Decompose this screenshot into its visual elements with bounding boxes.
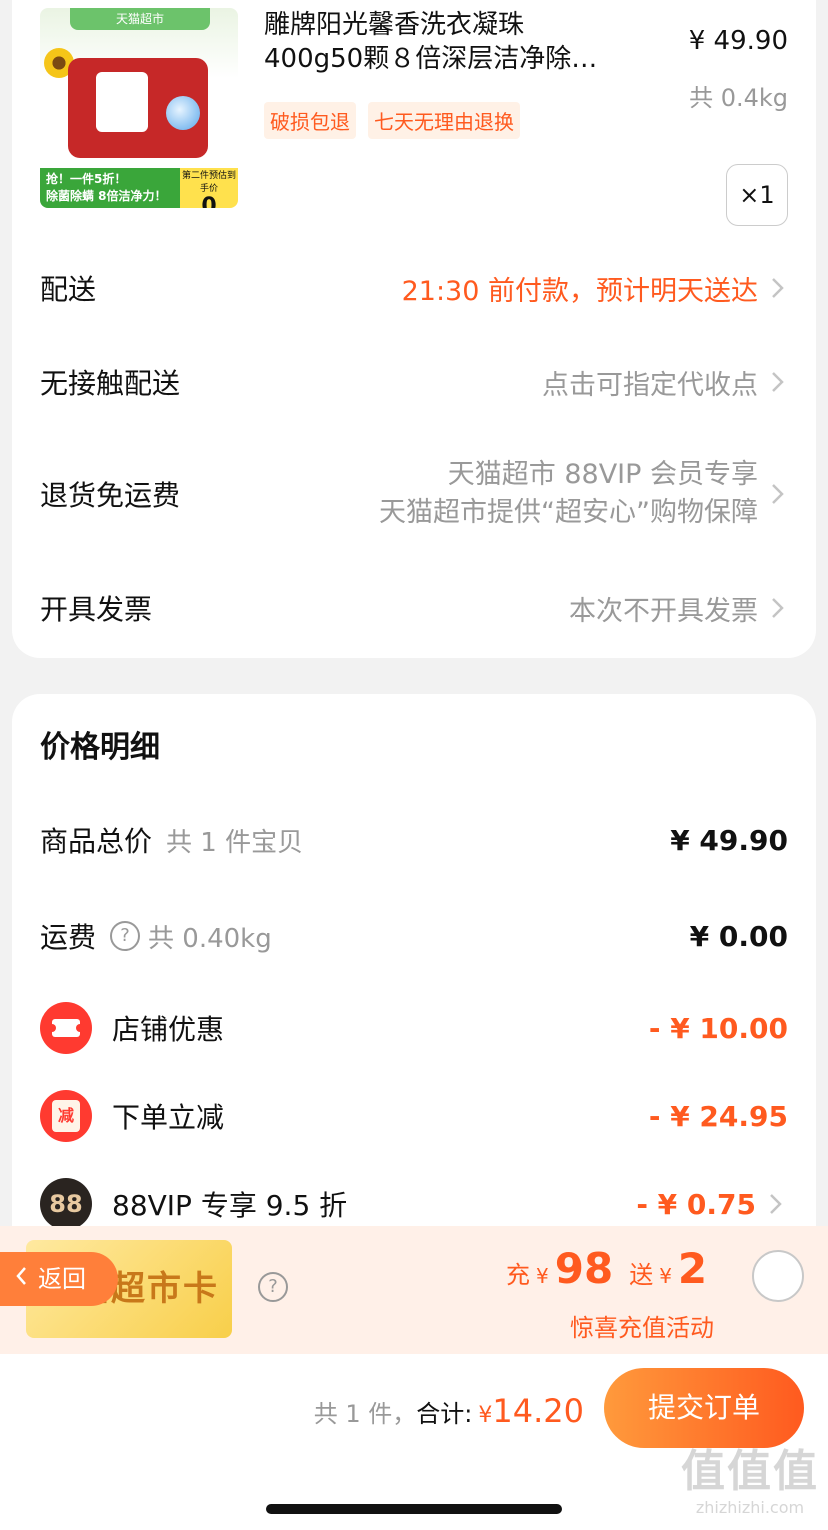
- goods-total-label: 商品总价: [40, 825, 153, 858]
- price-tag-note: 第二件预估到手价: [181, 171, 236, 194]
- delivery-time-text: 21:30 前付款，预计明天送达: [401, 275, 758, 307]
- gift-yen: ¥: [659, 1264, 672, 1288]
- home-indicator[interactable]: [266, 1504, 562, 1514]
- shipping-row: 运费 ? 共 0.40kg ¥ 0.00: [40, 916, 788, 956]
- product-image[interactable]: 天猫超市 抢！一件5折！ 除菌除螨 8倍洁净力！ 第二件预估到手价 0: [40, 8, 238, 208]
- gift-prefix: 送: [629, 1261, 654, 1289]
- store-discount-amount: - ¥ 10.00: [648, 1011, 788, 1045]
- vip-discount-row[interactable]: 88 88VIP 专享 9.5 折 - ¥ 0.75: [40, 1178, 788, 1230]
- product-image-banner: 抢！一件5折！ 除菌除螨 8倍洁净力！: [40, 168, 180, 208]
- chevron-left-icon: [14, 1252, 28, 1306]
- recharge-subtitle: 惊喜充值活动: [570, 1314, 714, 1342]
- chevron-right-icon: [764, 479, 790, 509]
- order-confirmation-page: 天猫超市 抢！一件5折！ 除菌除螨 8倍洁净力！ 第二件预估到手价 0 雕牌阳光…: [0, 0, 828, 1530]
- back-label: 返回: [38, 1265, 86, 1293]
- order-discount-row: 减 下单立减 - ¥ 24.95: [40, 1090, 788, 1142]
- vip-discount-value: - ¥ 0.75: [636, 1188, 788, 1221]
- order-card: 天猫超市 抢！一件5折！ 除菌除螨 8倍洁净力！ 第二件预估到手价 0 雕牌阳光…: [12, 0, 816, 658]
- price-tag-graphic: 第二件预估到手价 0: [180, 168, 238, 208]
- contactless-label: 无接触配送: [40, 367, 181, 400]
- total-label: 合计:: [416, 1400, 473, 1428]
- pod-graphic: [166, 96, 200, 130]
- order-discount-amount: - ¥ 24.95: [648, 1099, 788, 1133]
- product-title-line-2: 400g50颗８倍深层洁净除…: [264, 44, 598, 74]
- free-return-row[interactable]: 退货免运费 天猫超市 88VIP 会员专享 天猫超市提供“超安心”购物保障: [40, 456, 790, 532]
- invoice-text: 本次不开具发票: [569, 595, 758, 627]
- chevron-right-icon: [764, 593, 790, 623]
- vip-88-icon: 88: [40, 1178, 92, 1230]
- discount-icon-text: 减: [52, 1100, 80, 1132]
- recharge-select-radio[interactable]: [752, 1250, 804, 1302]
- product-box-graphic: [68, 58, 208, 158]
- price-details-title: 价格明细: [40, 730, 160, 765]
- watermark-url: zhizhizhi.com: [695, 1498, 805, 1517]
- free-return-line-2: 天猫超市提供“超安心”购物保障: [379, 497, 758, 528]
- contactless-text: 点击可指定代收点: [542, 369, 758, 401]
- banner-line-2: 除菌除螨 8倍洁净力！: [46, 189, 167, 203]
- tag-seven-day-return: 七天无理由退换: [368, 102, 520, 139]
- gift-amount: 2: [677, 1244, 708, 1293]
- product-image-header: 天猫超市: [70, 8, 210, 30]
- coupon-icon: [40, 1002, 92, 1054]
- vip-discount-amount: - ¥ 0.75: [636, 1187, 756, 1221]
- store-discount-row: 店铺优惠 - ¥ 10.00: [40, 1002, 788, 1054]
- free-return-line-1: 天猫超市 88VIP 会员专享: [447, 459, 758, 490]
- banner-line-1: 抢！一件5折！: [46, 172, 127, 186]
- price-details-card: 价格明细 商品总价 共 1 件宝贝 ¥ 49.90 运费 ? 共 0.40kg …: [12, 694, 816, 1254]
- shipping-weight: 共 0.40kg: [148, 923, 272, 954]
- back-button[interactable]: 返回: [0, 1252, 118, 1306]
- free-return-label: 退货免运费: [40, 479, 181, 512]
- chevron-right-icon: [764, 273, 790, 303]
- vip-discount-label: 88VIP 专享 9.5 折: [112, 1189, 348, 1222]
- recharge-promo-bar: 天猫超市卡 ? 返回 充 ¥ 98 送 ¥ 2 惊喜充值活动: [0, 1226, 828, 1354]
- product-price: ¥ 49.90: [688, 26, 788, 56]
- total-yen: ¥: [478, 1403, 493, 1428]
- service-tags: 破损包退 七天无理由退换: [264, 102, 520, 139]
- tag-damage-return: 破损包退: [264, 102, 356, 139]
- contactless-delivery-row[interactable]: 无接触配送 点击可指定代收点: [40, 362, 790, 402]
- goods-total-amount: ¥ 49.90: [670, 823, 788, 857]
- order-total: 共 1 件， 合计: ¥ 14.20: [314, 1392, 584, 1430]
- invoice-label: 开具发票: [40, 593, 153, 626]
- goods-count: 共 1 件宝贝: [166, 827, 304, 858]
- recharge-prefix: 充: [506, 1261, 530, 1289]
- quantity-stepper[interactable]: ×1: [726, 164, 788, 226]
- shipping-amount: ¥ 0.00: [689, 919, 788, 953]
- delivery-value: 21:30 前付款，预计明天送达: [402, 269, 790, 308]
- contactless-value: 点击可指定代收点: [542, 363, 790, 402]
- invoice-value: 本次不开具发票: [569, 589, 790, 628]
- store-discount-label: 店铺优惠: [112, 1013, 225, 1046]
- delivery-label: 配送: [40, 273, 97, 306]
- recharge-amount: 98: [554, 1244, 614, 1293]
- order-discount-label: 下单立减: [112, 1101, 225, 1134]
- discount-icon: 减: [40, 1090, 92, 1142]
- recharge-yen: ¥: [536, 1264, 549, 1288]
- shipping-label: 运费: [40, 921, 97, 954]
- free-return-text: 天猫超市 88VIP 会员专享 天猫超市提供“超安心”购物保障: [379, 456, 758, 532]
- help-icon[interactable]: ?: [110, 921, 141, 951]
- help-icon[interactable]: ?: [258, 1272, 288, 1302]
- invoice-row[interactable]: 开具发票 本次不开具发票: [40, 588, 790, 628]
- product-title-line-1: 雕牌阳光馨香洗衣凝珠: [264, 10, 525, 40]
- watermark-logo: 值值值: [681, 1446, 819, 1497]
- free-return-value: 天猫超市 88VIP 会员专享 天猫超市提供“超安心”购物保障: [379, 456, 790, 532]
- submit-order-button[interactable]: 提交订单: [604, 1368, 804, 1448]
- goods-total-row: 商品总价 共 1 件宝贝 ¥ 49.90: [40, 820, 788, 860]
- product-weight: 共 0.4kg: [689, 84, 788, 112]
- checkout-bar: 共 1 件， 合计: ¥ 14.20 提交订单 值值值 zhizhizhi.co…: [0, 1354, 828, 1530]
- total-amount: 14.20: [492, 1392, 584, 1430]
- product-label-graphic: [96, 72, 148, 132]
- item-count: 共 1 件，: [313, 1400, 417, 1428]
- product-title[interactable]: 雕牌阳光馨香洗衣凝珠 400g50颗８倍深层洁净除…: [264, 8, 664, 76]
- watermark: 值值值 zhizhizhi.com: [680, 1446, 820, 1517]
- delivery-row[interactable]: 配送 21:30 前付款，预计明天送达: [40, 268, 790, 308]
- chevron-right-icon: [764, 367, 790, 397]
- price-tag-value: 0: [201, 194, 217, 208]
- chevron-right-icon: [762, 1189, 788, 1219]
- recharge-offer: 充 ¥ 98 送 ¥ 2: [506, 1244, 707, 1293]
